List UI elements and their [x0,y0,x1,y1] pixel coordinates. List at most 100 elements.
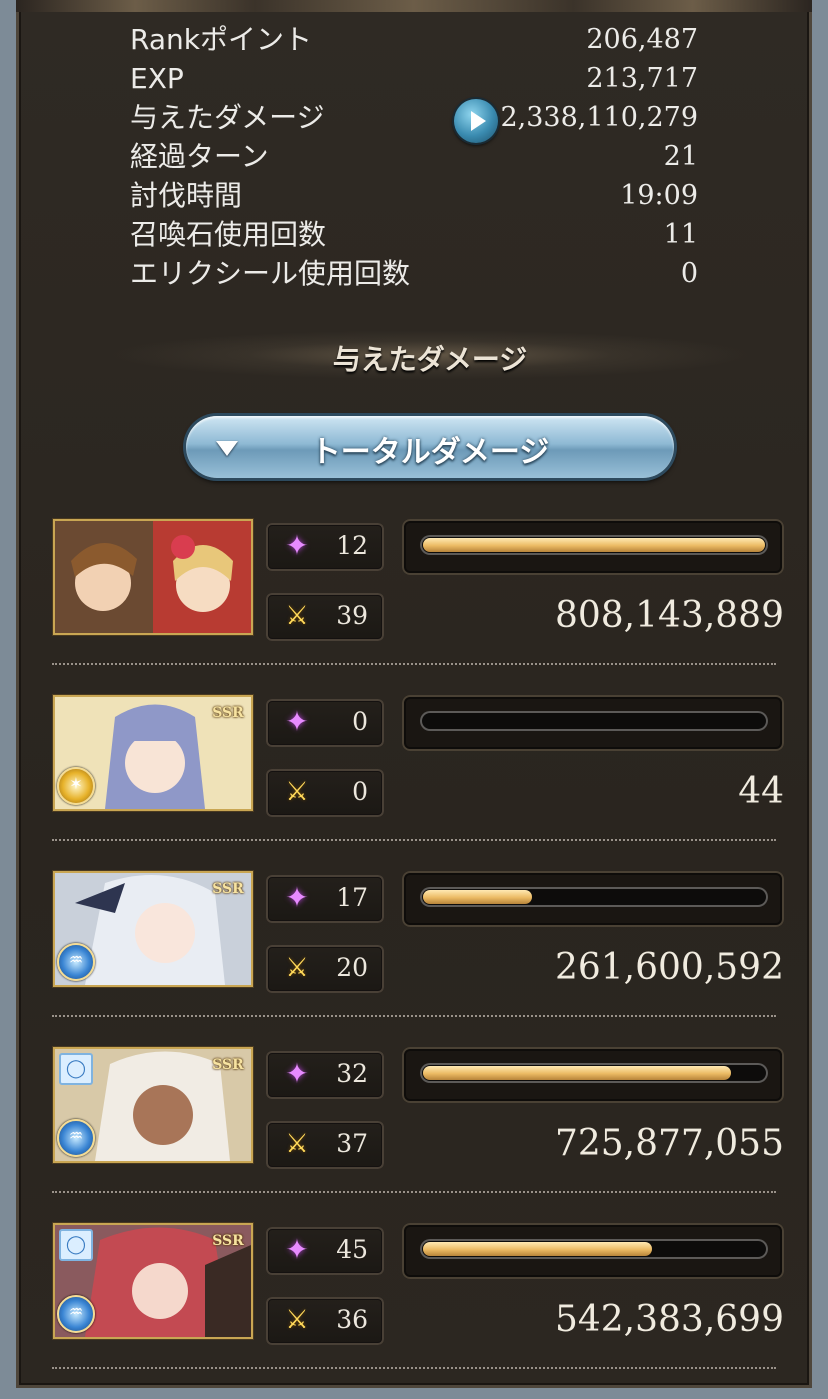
ssr-badge: SSR [212,1233,244,1249]
damage-bar-track [420,887,768,907]
character-row: ◯ SSR ♒ ✦ 45 ⚔ 36 542,383,699 [16,1223,812,1399]
stat-row-rank: Rankポイント 206,487 [130,22,698,61]
damage-bar [402,1047,784,1103]
attack-count-box: ⚔ 37 [266,1121,384,1169]
stat-value: 19:09 [620,180,698,211]
skill-count: 0 [352,707,368,736]
skill-count-box: ✦ 0 [266,699,384,747]
attack-count-box: ⚔ 20 [266,945,384,993]
attack-count: 39 [336,601,368,630]
damage-bar [402,871,784,927]
attack-count-box: ⚔ 36 [266,1297,384,1345]
row-divider [52,1191,776,1193]
water-element-icon: ♒ [57,943,95,981]
damage-bar-track [420,1063,768,1083]
stat-label: 与えたダメージ [130,101,325,134]
stat-value: 0 [680,258,698,289]
sparkle-icon: ✦ [285,1233,309,1266]
character-row: ◯ SSR ♒ ✦ 32 ⚔ 37 725,877,055 [16,1047,812,1223]
character-portrait[interactable]: ◯ SSR ♒ [53,1223,253,1339]
damage-bar-fill [423,890,532,904]
damage-bar-track [420,1239,768,1259]
damage-bar [402,695,784,751]
results-panel: Rankポイント 206,487 EXP 213,717 与えたダメージ 2,3… [16,0,812,1388]
attack-count: 36 [336,1305,368,1334]
damage-bar [402,519,784,575]
damage-bar-track [420,535,768,555]
crossed-swords-icon: ⚔ [285,777,309,807]
stat-row-summon: 召喚石使用回数 11 [130,217,698,256]
stat-value: 213,717 [586,63,698,94]
attack-count-box: ⚔ 39 [266,593,384,641]
character-portrait[interactable]: SSR ✶ [53,695,253,811]
stat-row-damage: 与えたダメージ 2,338,110,279 [130,99,698,143]
water-element-icon: ♒ [57,1295,95,1333]
ring-icon: ◯ [59,1229,93,1261]
row-divider [52,1367,776,1369]
skill-count-box: ✦ 32 [266,1051,384,1099]
crossed-swords-icon: ⚔ [285,1129,309,1159]
attack-count: 20 [336,953,368,982]
damage-value: 44 [738,771,784,812]
damage-bar-fill [423,538,765,552]
play-icon[interactable] [454,99,498,143]
damage-value: 261,600,592 [554,947,784,988]
character-portrait[interactable]: ◯ SSR ♒ [53,1047,253,1163]
stat-value: 21 [663,141,698,172]
stat-label: 経過ターン [130,140,269,173]
character-row: ✦ 12 ⚔ 39 808,143,889 [16,519,812,695]
damage-bar-track [420,711,768,731]
stat-label: EXP [130,62,184,95]
stat-value: 2,338,110,279 [500,102,698,133]
ssr-badge: SSR [212,881,244,897]
crossed-swords-icon: ⚔ [285,601,309,631]
skill-count: 32 [336,1059,368,1088]
row-divider [52,839,776,841]
row-divider [52,1015,776,1017]
stat-row-time: 討伐時間 19:09 [130,178,698,217]
damage-value: 808,143,889 [554,595,784,636]
skill-count: 12 [336,531,368,560]
row-divider [52,663,776,665]
attack-count: 37 [336,1129,368,1158]
ring-icon: ◯ [59,1053,93,1085]
attack-count-box: ⚔ 0 [266,769,384,817]
stats-list: Rankポイント 206,487 EXP 213,717 与えたダメージ 2,3… [130,22,698,295]
character-portrait[interactable]: SSR ♒ [53,871,253,987]
section-title: 与えたダメージ [332,343,528,376]
stat-row-turns: 経過ターン 21 [130,139,698,178]
skill-count-box: ✦ 45 [266,1227,384,1275]
damage-type-dropdown[interactable]: トータルダメージ [186,416,674,478]
character-row: SSR ✶ ✦ 0 ⚔ 0 44 [16,695,812,871]
skill-count-box: ✦ 12 [266,523,384,571]
damage-value: 542,383,699 [554,1299,784,1340]
portrait-art [55,521,251,633]
crossed-swords-icon: ⚔ [285,1305,309,1335]
character-portrait[interactable] [53,519,253,635]
skill-count: 17 [336,883,368,912]
damage-bar-fill [423,1066,731,1080]
stat-label: 召喚石使用回数 [130,218,327,251]
damage-bar-fill [423,1242,652,1256]
stat-label: 討伐時間 [130,179,243,212]
attack-count: 0 [352,777,368,806]
light-element-icon: ✶ [57,767,95,805]
stat-value: 206,487 [586,24,698,55]
stat-row-elixir: エリクシール使用回数 0 [130,256,698,295]
ssr-badge: SSR [212,1057,244,1073]
crossed-swords-icon: ⚔ [285,953,309,983]
section-header: 与えたダメージ [106,330,754,380]
character-row: SSR ♒ ✦ 17 ⚔ 20 261,600,592 [16,871,812,1047]
top-frame [16,0,812,12]
stat-label: エリクシール使用回数 [130,257,411,290]
skill-count: 45 [336,1235,368,1264]
damage-bar [402,1223,784,1279]
sparkle-icon: ✦ [285,881,309,914]
sparkle-icon: ✦ [285,1057,309,1090]
stat-label: Rankポイント [130,23,312,56]
sparkle-icon: ✦ [285,529,309,562]
ssr-badge: SSR [212,705,244,721]
water-element-icon: ♒ [57,1119,95,1157]
stat-value: 11 [663,219,698,250]
sparkle-icon: ✦ [285,705,309,738]
